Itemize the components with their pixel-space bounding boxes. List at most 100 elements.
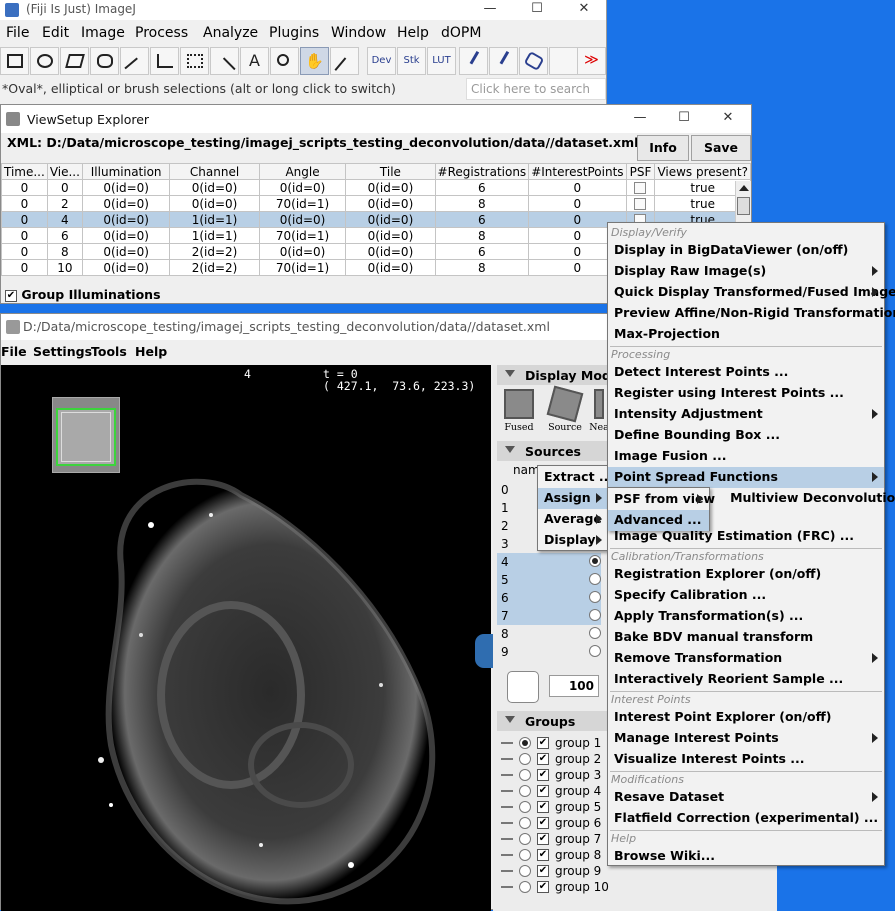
menu-preview-affine[interactable]: Preview Affine/Non-Rigid Transformations…: [608, 303, 895, 324]
psf-checkbox[interactable]: [634, 182, 647, 194]
group-active-checkbox[interactable]: ✔: [537, 769, 549, 781]
group-row[interactable]: ✔ group 10: [501, 879, 621, 895]
menu-display-bdv[interactable]: Display in BigDataViewer (on/off): [608, 240, 884, 261]
mode-fused[interactable]: Fused: [497, 389, 541, 433]
col-views-present[interactable]: Views present?: [654, 163, 751, 180]
dev-tool[interactable]: Dev: [367, 47, 396, 75]
hand-tool-icon[interactable]: ✋: [300, 47, 329, 75]
bdv-menu-tools[interactable]: Tools: [91, 344, 127, 359]
menu-psf[interactable]: Point Spread Functions: [608, 467, 884, 488]
minimize-icon[interactable]: —: [467, 0, 513, 20]
menu-detect-ip[interactable]: Detect Interest Points ...: [608, 362, 884, 383]
menu-register-ip[interactable]: Register using Interest Points ...: [608, 383, 884, 404]
line-tool-icon[interactable]: [120, 47, 149, 79]
table-row[interactable]: 0 0 0(id=0) 0(id=0) 0(id=0) 0(id=0) 6 0 true: [1, 179, 751, 196]
menu-flatfield[interactable]: Flatfield Correction (experimental) ...: [608, 808, 884, 829]
close-icon[interactable]: ✕: [561, 0, 607, 20]
group-active-checkbox[interactable]: ✔: [537, 833, 549, 845]
group-row[interactable]: ✔ group 2: [501, 751, 621, 767]
point-tool-icon[interactable]: [180, 47, 209, 75]
current-source-radio[interactable]: [589, 573, 601, 585]
group-row[interactable]: ✔ group 6: [501, 815, 621, 831]
minimize-icon[interactable]: —: [617, 109, 663, 129]
menu-plugins[interactable]: Plugins: [269, 25, 319, 41]
col-view[interactable]: Vie...: [46, 163, 83, 180]
source-row[interactable]: 7: [497, 607, 601, 625]
source-row[interactable]: 4: [497, 553, 601, 571]
source-row[interactable]: 8: [497, 625, 601, 643]
group-active-checkbox[interactable]: ✔: [537, 785, 549, 797]
menu-analyze[interactable]: Analyze: [203, 25, 258, 41]
current-group-radio[interactable]: [519, 817, 531, 829]
current-group-radio[interactable]: [519, 865, 531, 877]
group-active-checkbox[interactable]: ✔: [537, 801, 549, 813]
menu-window[interactable]: Window: [331, 25, 386, 41]
collapse-panel-icon[interactable]: [475, 634, 493, 668]
flood-fill-tool-icon[interactable]: [519, 47, 548, 75]
source-row[interactable]: 5: [497, 571, 601, 589]
current-source-radio[interactable]: [589, 555, 601, 567]
menu-max-projection[interactable]: Max-Projection: [608, 324, 884, 345]
group-illuminations-checkbox[interactable]: ✔ Group Illuminations: [5, 287, 161, 302]
freehand-tool-icon[interactable]: [90, 47, 119, 75]
group-row[interactable]: ✔ group 7: [501, 831, 621, 847]
magnifier-tool-icon[interactable]: [270, 47, 299, 75]
lut-tool[interactable]: LUT: [427, 47, 456, 75]
text-tool-icon[interactable]: A: [240, 47, 269, 75]
brush-tool-icon[interactable]: [489, 47, 521, 75]
oval-tool-icon[interactable]: [30, 47, 59, 75]
maximize-icon[interactable]: ☐: [661, 109, 707, 129]
menu-psf-advanced[interactable]: Advanced ...: [608, 510, 709, 531]
menu-process[interactable]: Process: [135, 25, 188, 41]
current-group-radio[interactable]: [519, 801, 531, 813]
menu-dopm[interactable]: dOPM: [441, 25, 481, 41]
menu-quick-display[interactable]: Quick Display Transformed/Fused Image(s): [608, 282, 895, 303]
group-row[interactable]: ✔ group 3: [501, 767, 621, 783]
current-group-radio[interactable]: [519, 769, 531, 781]
mode-nearest[interactable]: Nea: [589, 389, 609, 433]
menu-bake-bdv[interactable]: Bake BDV manual transform: [608, 627, 884, 648]
col-channel[interactable]: Channel: [169, 163, 260, 180]
current-source-radio[interactable]: [589, 609, 601, 621]
group-active-checkbox[interactable]: ✔: [537, 753, 549, 765]
group-active-checkbox[interactable]: ✔: [537, 737, 549, 749]
menu-remove-transformation[interactable]: Remove Transformation: [608, 648, 884, 669]
color-swatch[interactable]: [507, 671, 539, 703]
brightness-spinner[interactable]: 100: [549, 675, 599, 697]
menu-specify-calibration[interactable]: Specify Calibration ...: [608, 585, 884, 606]
col-angle[interactable]: Angle: [258, 163, 347, 180]
maximize-icon[interactable]: ☐: [514, 0, 560, 20]
group-active-checkbox[interactable]: ✔: [537, 881, 549, 893]
col-registrations[interactable]: #Registrations: [434, 163, 530, 180]
menu-visualize-ip[interactable]: Visualize Interest Points ...: [608, 749, 884, 770]
checkbox-icon[interactable]: ✔: [5, 289, 17, 302]
close-icon[interactable]: ✕: [705, 109, 751, 129]
menu-help[interactable]: Help: [397, 25, 429, 41]
group-row[interactable]: ✔ group 5: [501, 799, 621, 815]
menu-reorient[interactable]: Interactively Reorient Sample ...: [608, 669, 884, 690]
bdv-menu-settings[interactable]: Settings: [33, 344, 92, 359]
menu-edit[interactable]: Edit: [42, 25, 69, 41]
current-group-radio[interactable]: [519, 849, 531, 861]
save-button[interactable]: Save: [691, 135, 751, 161]
menu-average[interactable]: Average: [538, 509, 608, 530]
group-active-checkbox[interactable]: ✔: [537, 817, 549, 829]
more-tools-icon[interactable]: ≫: [577, 47, 606, 75]
polygon-tool-icon[interactable]: [60, 47, 89, 75]
angle-tool-icon[interactable]: [150, 47, 179, 75]
mode-source[interactable]: Source: [543, 385, 587, 433]
menu-resave[interactable]: Resave Dataset: [608, 787, 884, 808]
menu-image-fusion[interactable]: Image Fusion ...: [608, 446, 884, 467]
current-group-radio[interactable]: [519, 881, 531, 893]
table-row[interactable]: 0 2 0(id=0) 0(id=0) 70(id=1) 0(id=0) 8 0 true: [1, 195, 751, 212]
group-active-checkbox[interactable]: ✔: [537, 849, 549, 861]
group-row[interactable]: ✔ group 4: [501, 783, 621, 799]
menu-extract[interactable]: Extract ...: [538, 467, 613, 488]
current-source-radio[interactable]: [589, 645, 601, 657]
col-psf[interactable]: PSF: [625, 163, 656, 180]
menu-bounding-box[interactable]: Define Bounding Box ...: [608, 425, 884, 446]
menu-display-raw[interactable]: Display Raw Image(s): [608, 261, 884, 282]
source-row[interactable]: 6: [497, 589, 601, 607]
menu-psf-from-view[interactable]: PSF from view: [608, 489, 715, 510]
current-group-radio[interactable]: [519, 737, 531, 749]
